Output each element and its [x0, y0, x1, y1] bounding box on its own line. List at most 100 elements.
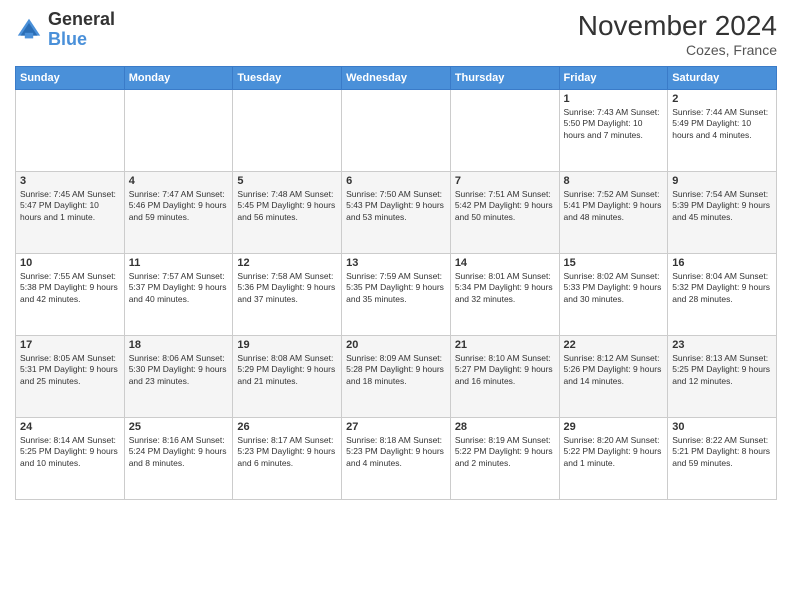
calendar-cell: 11 Sunrise: 7:57 AM Sunset: 5:37 PM Dayli…	[124, 254, 233, 336]
calendar: SundayMondayTuesdayWednesdayThursdayFrid…	[15, 66, 777, 500]
day-info: Sunrise: 7:55 AM Sunset: 5:38 PM Dayligh…	[20, 271, 120, 305]
calendar-cell: 13 Sunrise: 7:59 AM Sunset: 5:35 PM Dayli…	[342, 254, 451, 336]
calendar-cell: 23Sunrise: 8:13 AM Sunset: 5:25 PM Dayli…	[668, 336, 777, 418]
day-number: 30	[672, 421, 772, 433]
day-info: Sunrise: 7:50 AM Sunset: 5:43 PM Dayligh…	[346, 189, 446, 223]
calendar-cell: 22 Sunrise: 8:12 AM Sunset: 5:26 PM Dayli…	[559, 336, 668, 418]
calendar-week-5: 24 Sunrise: 8:14 AM Sunset: 5:25 PM Dayli…	[16, 418, 777, 500]
calendar-cell: 3 Sunrise: 7:45 AM Sunset: 5:47 PM Daylig…	[16, 172, 125, 254]
calendar-cell	[342, 90, 451, 172]
calendar-week-1: 1Sunrise: 7:43 AM Sunset: 5:50 PM Daylig…	[16, 90, 777, 172]
day-info: Sunrise: 8:12 AM Sunset: 5:26 PM Dayligh…	[564, 353, 664, 387]
day-number: 21	[455, 339, 555, 351]
calendar-cell: 14 Sunrise: 8:01 AM Sunset: 5:34 PM Dayli…	[450, 254, 559, 336]
calendar-cell: 2Sunrise: 7:44 AM Sunset: 5:49 PM Daylig…	[668, 90, 777, 172]
calendar-cell: 19 Sunrise: 8:08 AM Sunset: 5:29 PM Dayli…	[233, 336, 342, 418]
calendar-cell: 25 Sunrise: 8:16 AM Sunset: 5:24 PM Dayli…	[124, 418, 233, 500]
day-info: Sunrise: 8:06 AM Sunset: 5:30 PM Dayligh…	[129, 353, 229, 387]
day-number: 17	[20, 339, 120, 351]
page-header: General Blue November 2024 Cozes, France	[15, 10, 777, 58]
calendar-cell: 20 Sunrise: 8:09 AM Sunset: 5:28 PM Dayli…	[342, 336, 451, 418]
day-number: 4	[129, 175, 229, 187]
day-info: Sunrise: 8:08 AM Sunset: 5:29 PM Dayligh…	[237, 353, 337, 387]
day-number: 24	[20, 421, 120, 433]
logo-blue: Blue	[48, 30, 115, 50]
day-number: 11	[129, 257, 229, 269]
calendar-week-3: 10 Sunrise: 7:55 AM Sunset: 5:38 PM Dayli…	[16, 254, 777, 336]
logo-icon	[15, 16, 43, 44]
calendar-cell: 10 Sunrise: 7:55 AM Sunset: 5:38 PM Dayli…	[16, 254, 125, 336]
day-number: 5	[237, 175, 337, 187]
day-info: Sunrise: 8:05 AM Sunset: 5:31 PM Dayligh…	[20, 353, 120, 387]
day-number: 28	[455, 421, 555, 433]
day-info: Sunrise: 7:59 AM Sunset: 5:35 PM Dayligh…	[346, 271, 446, 305]
calendar-week-4: 17 Sunrise: 8:05 AM Sunset: 5:31 PM Dayli…	[16, 336, 777, 418]
day-number: 18	[129, 339, 229, 351]
day-number: 19	[237, 339, 337, 351]
day-info: Sunrise: 8:18 AM Sunset: 5:23 PM Dayligh…	[346, 435, 446, 469]
day-info: Sunrise: 7:44 AM Sunset: 5:49 PM Dayligh…	[672, 107, 772, 141]
day-number: 20	[346, 339, 446, 351]
day-number: 10	[20, 257, 120, 269]
day-number: 25	[129, 421, 229, 433]
day-info: Sunrise: 8:04 AM Sunset: 5:32 PM Dayligh…	[672, 271, 772, 305]
calendar-cell: 21 Sunrise: 8:10 AM Sunset: 5:27 PM Dayli…	[450, 336, 559, 418]
day-info: Sunrise: 8:10 AM Sunset: 5:27 PM Dayligh…	[455, 353, 555, 387]
day-number: 6	[346, 175, 446, 187]
day-info: Sunrise: 8:02 AM Sunset: 5:33 PM Dayligh…	[564, 271, 664, 305]
location: Cozes, France	[578, 42, 777, 58]
day-number: 12	[237, 257, 337, 269]
day-info: Sunrise: 7:43 AM Sunset: 5:50 PM Dayligh…	[564, 107, 664, 141]
calendar-cell: 8Sunrise: 7:52 AM Sunset: 5:41 PM Daylig…	[559, 172, 668, 254]
calendar-cell: 12 Sunrise: 7:58 AM Sunset: 5:36 PM Dayli…	[233, 254, 342, 336]
day-number: 7	[455, 175, 555, 187]
logo-text: General Blue	[48, 10, 115, 50]
title-block: November 2024 Cozes, France	[578, 10, 777, 58]
calendar-header-monday: Monday	[124, 67, 233, 90]
day-info: Sunrise: 7:54 AM Sunset: 5:39 PM Dayligh…	[672, 189, 772, 223]
logo: General Blue	[15, 10, 115, 50]
calendar-cell: 15 Sunrise: 8:02 AM Sunset: 5:33 PM Dayli…	[559, 254, 668, 336]
calendar-cell	[124, 90, 233, 172]
calendar-header-wednesday: Wednesday	[342, 67, 451, 90]
calendar-cell: 30 Sunrise: 8:22 AM Sunset: 5:21 PM Dayli…	[668, 418, 777, 500]
day-info: Sunrise: 8:19 AM Sunset: 5:22 PM Dayligh…	[455, 435, 555, 469]
day-number: 15	[564, 257, 664, 269]
calendar-cell: 17 Sunrise: 8:05 AM Sunset: 5:31 PM Dayli…	[16, 336, 125, 418]
calendar-cell	[450, 90, 559, 172]
day-number: 22	[564, 339, 664, 351]
day-info: Sunrise: 8:01 AM Sunset: 5:34 PM Dayligh…	[455, 271, 555, 305]
day-info: Sunrise: 8:22 AM Sunset: 5:21 PM Dayligh…	[672, 435, 772, 469]
day-info: Sunrise: 8:09 AM Sunset: 5:28 PM Dayligh…	[346, 353, 446, 387]
day-number: 26	[237, 421, 337, 433]
day-number: 14	[455, 257, 555, 269]
calendar-header-friday: Friday	[559, 67, 668, 90]
logo-general: General	[48, 10, 115, 30]
calendar-cell: 26 Sunrise: 8:17 AM Sunset: 5:23 PM Dayli…	[233, 418, 342, 500]
day-number: 3	[20, 175, 120, 187]
day-number: 9	[672, 175, 772, 187]
day-number: 23	[672, 339, 772, 351]
day-info: Sunrise: 7:57 AM Sunset: 5:37 PM Dayligh…	[129, 271, 229, 305]
day-number: 13	[346, 257, 446, 269]
day-info: Sunrise: 7:51 AM Sunset: 5:42 PM Dayligh…	[455, 189, 555, 223]
calendar-cell: 27Sunrise: 8:18 AM Sunset: 5:23 PM Dayli…	[342, 418, 451, 500]
calendar-header-sunday: Sunday	[16, 67, 125, 90]
calendar-cell: 29Sunrise: 8:20 AM Sunset: 5:22 PM Dayli…	[559, 418, 668, 500]
day-number: 8	[564, 175, 664, 187]
calendar-cell: 5Sunrise: 7:48 AM Sunset: 5:45 PM Daylig…	[233, 172, 342, 254]
day-info: Sunrise: 8:17 AM Sunset: 5:23 PM Dayligh…	[237, 435, 337, 469]
calendar-cell: 24 Sunrise: 8:14 AM Sunset: 5:25 PM Dayli…	[16, 418, 125, 500]
calendar-week-2: 3 Sunrise: 7:45 AM Sunset: 5:47 PM Daylig…	[16, 172, 777, 254]
calendar-cell: 6 Sunrise: 7:50 AM Sunset: 5:43 PM Daylig…	[342, 172, 451, 254]
day-info: Sunrise: 8:16 AM Sunset: 5:24 PM Dayligh…	[129, 435, 229, 469]
day-number: 16	[672, 257, 772, 269]
day-info: Sunrise: 8:14 AM Sunset: 5:25 PM Dayligh…	[20, 435, 120, 469]
calendar-header-row: SundayMondayTuesdayWednesdayThursdayFrid…	[16, 67, 777, 90]
calendar-cell: 1Sunrise: 7:43 AM Sunset: 5:50 PM Daylig…	[559, 90, 668, 172]
calendar-cell: 16 Sunrise: 8:04 AM Sunset: 5:32 PM Dayli…	[668, 254, 777, 336]
calendar-cell	[16, 90, 125, 172]
day-info: Sunrise: 7:58 AM Sunset: 5:36 PM Dayligh…	[237, 271, 337, 305]
calendar-cell: 9 Sunrise: 7:54 AM Sunset: 5:39 PM Daylig…	[668, 172, 777, 254]
day-info: Sunrise: 7:45 AM Sunset: 5:47 PM Dayligh…	[20, 189, 120, 223]
